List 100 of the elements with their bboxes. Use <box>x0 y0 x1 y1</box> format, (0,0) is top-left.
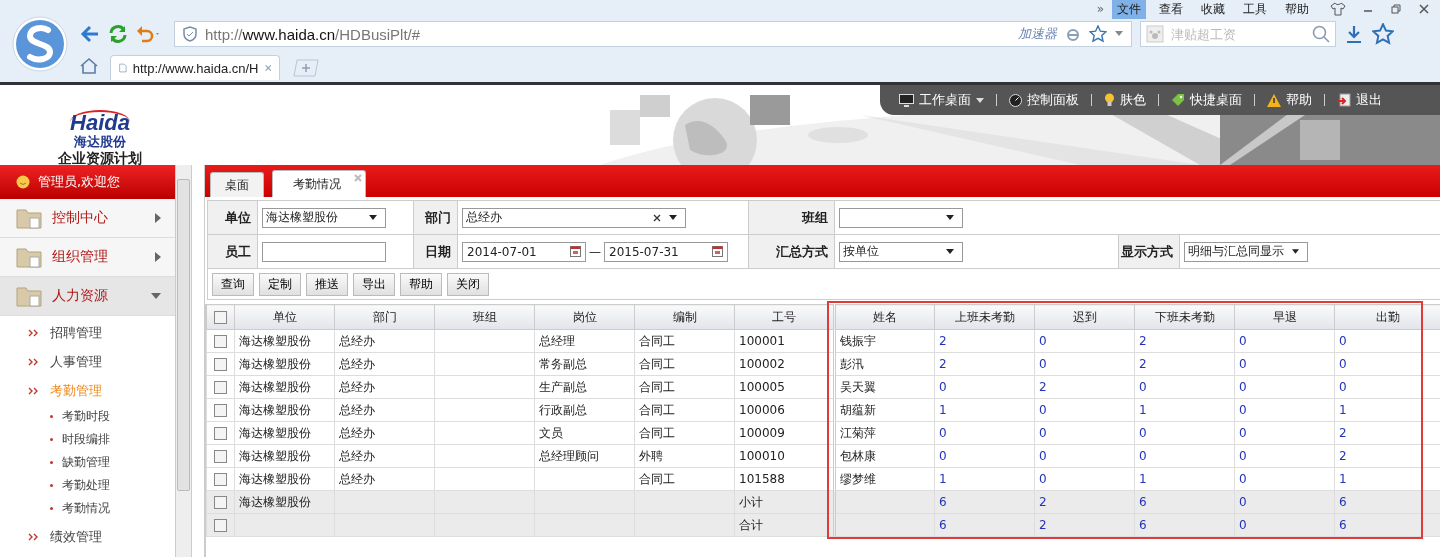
table-cell: 100006 <box>739 403 785 417</box>
table-cell: 0 <box>1239 495 1247 509</box>
refresh-icon[interactable] <box>108 24 128 44</box>
column-header[interactable]: 出勤 <box>1334 304 1440 330</box>
column-header[interactable]: 工号 <box>734 304 835 330</box>
toolbar-link[interactable]: 工作桌面 <box>899 91 984 109</box>
caret-icon <box>369 215 377 220</box>
nav-section[interactable]: 组织管理 <box>0 238 175 277</box>
undo-icon[interactable] <box>136 25 162 43</box>
toolbar-link[interactable]: 控制面板 <box>1009 91 1079 109</box>
column-header[interactable]: 岗位 <box>534 304 635 330</box>
select-field[interactable]: 海达橡塑股份 <box>262 207 386 228</box>
toolbar-link[interactable]: 退出 <box>1337 91 1382 109</box>
welcome-bar: 管理员,欢迎您 <box>0 165 175 199</box>
toolbar-button[interactable]: 帮助 <box>400 272 442 296</box>
address-bar[interactable]: http://www.haida.cn/HDBusiPlt/# 加速器 <box>174 21 1132 47</box>
column-header[interactable]: 下班未考勤 <box>1134 304 1235 330</box>
table-cell: 2 <box>1139 357 1147 371</box>
table-cell: 100009 <box>739 426 785 440</box>
nav-subitem[interactable]: 缺勤管理 <box>50 451 175 474</box>
column-header[interactable]: 单位 <box>234 304 335 330</box>
menu-item[interactable]: 文件 <box>1112 0 1146 19</box>
menu-item[interactable]: 工具 <box>1238 0 1272 19</box>
nav-subitem[interactable]: 考勤处理 <box>50 474 175 497</box>
toolbar-button[interactable]: 定制 <box>259 272 301 296</box>
toolbar-link[interactable]: 肤色 <box>1104 91 1146 109</box>
home-icon[interactable] <box>80 57 98 75</box>
accelerator-label[interactable]: 加速器 <box>1018 25 1057 43</box>
checkbox[interactable] <box>214 450 227 463</box>
column-header[interactable]: 部门 <box>334 304 435 330</box>
date-field[interactable]: 2015-07-31 <box>604 241 728 262</box>
range-separator: — <box>589 244 601 259</box>
table-cell: 合同工 <box>639 471 675 486</box>
table-cell: 2 <box>1039 495 1047 509</box>
folder-icon <box>16 207 42 229</box>
chevrons-icon <box>28 357 40 366</box>
nav-subitem[interactable]: 时段编排 <box>50 428 175 451</box>
column-header[interactable]: 姓名 <box>834 304 935 330</box>
caret-icon[interactable] <box>1115 31 1123 37</box>
search-icon[interactable] <box>1312 25 1330 43</box>
nav-item[interactable]: 绩效管理 <box>28 522 175 551</box>
nav-item[interactable]: 人事管理 <box>28 347 175 376</box>
calendar-icon[interactable] <box>570 246 581 257</box>
select-field[interactable] <box>839 207 963 228</box>
select-field[interactable]: 明细与汇总同显示 <box>1184 241 1308 262</box>
close-icon[interactable] <box>1418 3 1430 15</box>
field-label: 班组 <box>748 201 835 235</box>
restore-icon[interactable] <box>1390 3 1402 15</box>
checkbox[interactable] <box>214 473 227 486</box>
nav-item[interactable]: 招聘管理 <box>28 318 175 347</box>
column-header[interactable]: 迟到 <box>1034 304 1135 330</box>
nav-subitem[interactable]: 考勤时段 <box>50 405 175 428</box>
favorites-icon[interactable] <box>1372 23 1394 45</box>
star-icon[interactable] <box>1089 25 1107 43</box>
toolbar-link[interactable]: 帮助 <box>1267 91 1312 109</box>
checkbox[interactable] <box>214 335 227 348</box>
field-label: 日期 <box>413 235 458 269</box>
table-cell: 6 <box>939 518 947 532</box>
skin-icon[interactable] <box>1330 2 1346 16</box>
column-header[interactable]: 班组 <box>434 304 535 330</box>
toolbar-button[interactable]: 推送 <box>306 272 348 296</box>
table-cell: 6 <box>939 495 947 509</box>
back-icon[interactable] <box>80 25 100 43</box>
table-cell: 1 <box>1339 472 1347 486</box>
browser-tab[interactable]: http://www.haida.cn/H <box>110 55 280 80</box>
tab[interactable]: 考勤情况 <box>272 170 366 197</box>
tab[interactable]: 桌面 <box>210 172 264 197</box>
menu-item[interactable]: 查看 <box>1154 0 1188 19</box>
nav-section[interactable]: 控制中心 <box>0 199 175 238</box>
checkbox[interactable] <box>214 404 227 417</box>
calendar-icon[interactable] <box>712 246 723 257</box>
checkbox[interactable] <box>214 519 227 532</box>
select-field[interactable]: 总经办 <box>462 207 686 228</box>
menu-item[interactable]: 帮助 <box>1280 0 1314 19</box>
menu-item[interactable]: 收藏 <box>1196 0 1230 19</box>
search-field[interactable]: 津贴超工资 <box>1140 21 1336 47</box>
toolbar-button[interactable]: 导出 <box>353 272 395 296</box>
checkbox[interactable] <box>214 358 227 371</box>
scrollbar[interactable] <box>175 165 192 557</box>
nav-subitem[interactable]: 考勤情况 <box>50 497 175 520</box>
download-icon[interactable] <box>1344 24 1364 44</box>
column-header[interactable]: 早退 <box>1234 304 1335 330</box>
clear-icon[interactable] <box>653 213 661 222</box>
nav-section[interactable]: 人力资源 <box>0 277 175 316</box>
column-header[interactable]: 编制 <box>634 304 735 330</box>
checkbox[interactable] <box>214 311 227 324</box>
new-tab-icon[interactable] <box>292 59 320 77</box>
date-field[interactable]: 2014-07-01 <box>462 241 586 262</box>
bulb-icon <box>1104 93 1115 107</box>
checkbox[interactable] <box>214 427 227 440</box>
table-cell: 海达橡塑股份 <box>239 494 311 509</box>
input-field[interactable] <box>262 241 386 262</box>
more-icon[interactable]: » <box>1096 2 1104 16</box>
toolbar-button[interactable]: 关闭 <box>447 272 489 296</box>
column-header[interactable]: 上班未考勤 <box>934 304 1035 330</box>
select-field[interactable]: 按单位 <box>839 241 963 262</box>
toolbar-link[interactable]: 快捷桌面 <box>1171 91 1242 109</box>
checkbox[interactable] <box>214 496 227 509</box>
checkbox[interactable] <box>214 381 227 394</box>
toolbar-button[interactable]: 查询 <box>212 272 254 296</box>
